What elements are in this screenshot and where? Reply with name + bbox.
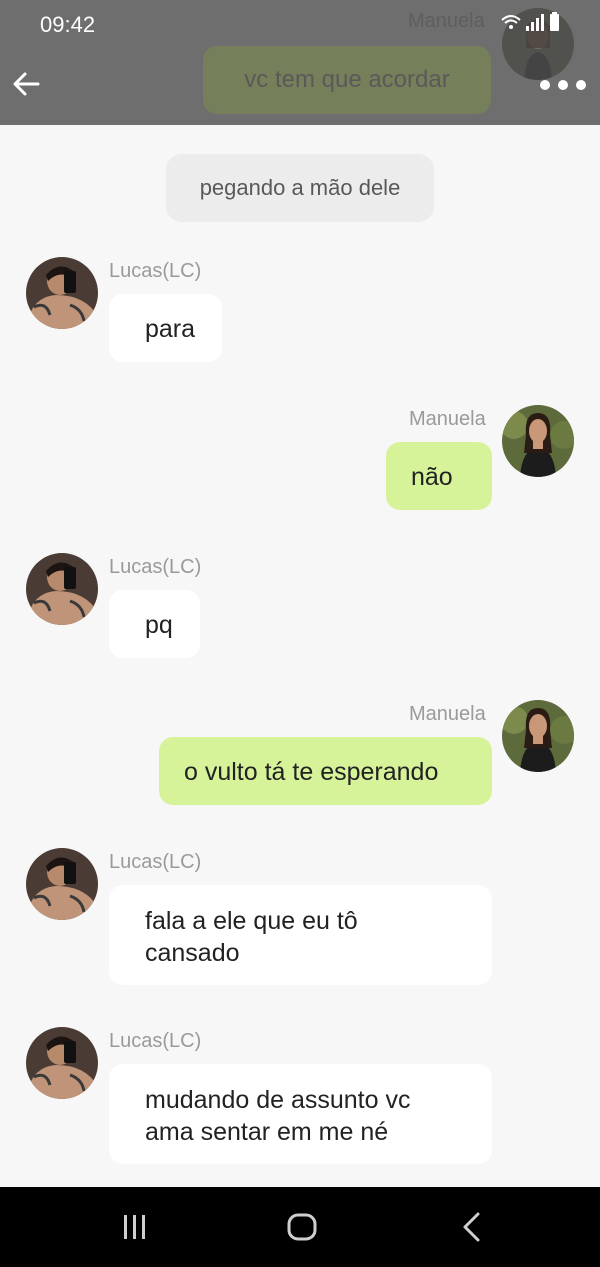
home-icon <box>287 1213 317 1241</box>
sender-name: Manuela <box>409 703 486 725</box>
system-nav-bar <box>0 1187 600 1267</box>
avatar-manuela[interactable] <box>502 700 574 772</box>
avatar-lucas[interactable] <box>26 848 98 920</box>
incoming-message-bubble[interactable]: pq <box>109 590 200 658</box>
avatar-lucas[interactable] <box>26 257 98 329</box>
avatar-lucas[interactable] <box>26 1027 98 1099</box>
status-time: 09:42 <box>40 12 96 37</box>
recent-apps-icon <box>124 1215 145 1239</box>
sender-name: Lucas(LC) <box>109 1030 202 1052</box>
message-text-line: fala a ele que eu tô <box>145 907 358 935</box>
message-text-line: cansado <box>145 939 240 967</box>
incoming-message-bubble[interactable]: mudando de assunto vc ama sentar em me n… <box>109 1064 492 1164</box>
message-text: não <box>411 463 453 491</box>
sender-name: Lucas(LC) <box>109 851 202 873</box>
signal-wifi-battery-icon <box>501 12 559 31</box>
home-button[interactable] <box>282 1209 322 1245</box>
status-icons <box>500 10 570 36</box>
arrow-left-icon <box>13 72 40 96</box>
incoming-message-bubble[interactable]: fala a ele que eu tô cansado <box>109 885 492 985</box>
message-text: para <box>145 315 196 343</box>
back-button[interactable] <box>6 64 46 104</box>
action-message: pegando a mão dele <box>166 154 434 222</box>
more-options-button[interactable] <box>540 74 586 96</box>
sender-name: Manuela <box>409 408 486 430</box>
incoming-message-bubble[interactable]: para <box>109 294 222 362</box>
message-text: o vulto tá te esperando <box>184 758 439 786</box>
sender-name: Lucas(LC) <box>109 260 202 282</box>
nav-back-button[interactable] <box>451 1209 491 1245</box>
ghost-sender-name: Manuela <box>408 10 485 32</box>
more-dot <box>576 80 586 90</box>
outgoing-message-bubble[interactable]: o vulto tá te esperando <box>159 737 492 805</box>
message-text-line: ama sentar em me né <box>145 1118 389 1146</box>
nav-back-icon <box>463 1212 480 1242</box>
outgoing-message-bubble[interactable]: não <box>386 442 492 510</box>
message-text-line: mudando de assunto vc <box>145 1086 411 1114</box>
avatar-manuela[interactable] <box>502 405 574 477</box>
avatar-lucas[interactable] <box>26 553 98 625</box>
more-dot <box>558 80 568 90</box>
recent-apps-button[interactable] <box>115 1209 155 1245</box>
chat-area[interactable]: pegando a mão dele Lucas(LC) para Manuel… <box>0 125 600 1187</box>
chat-header: 09:42 Manuela vc tem que acordar <box>0 0 600 125</box>
message-text: pq <box>145 611 173 639</box>
more-dot <box>540 80 550 90</box>
sender-name: Lucas(LC) <box>109 556 202 578</box>
ghost-message-bubble: vc tem que acordar <box>203 46 491 114</box>
